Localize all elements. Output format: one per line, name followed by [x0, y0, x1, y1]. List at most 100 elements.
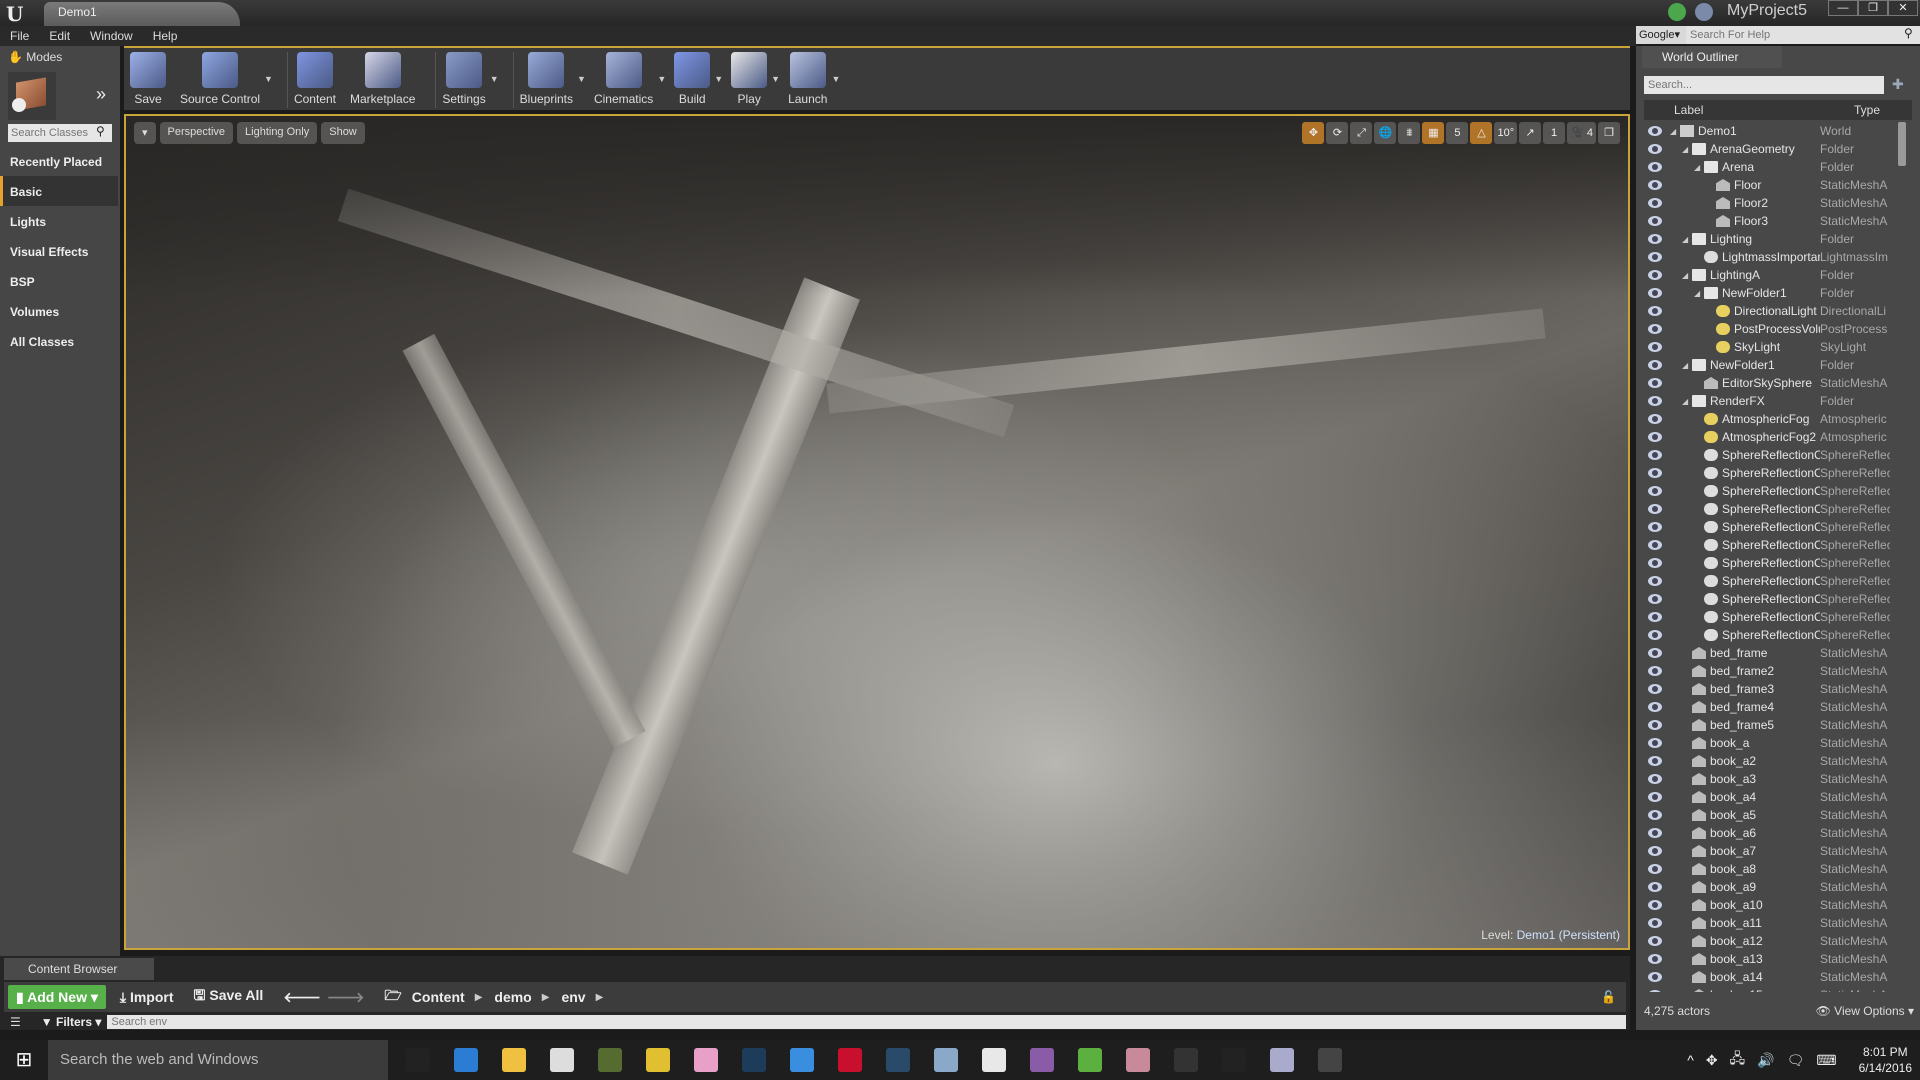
settings-taskbar-icon[interactable]	[1210, 1040, 1258, 1080]
learn-icon[interactable]	[1695, 3, 1714, 21]
outliner-row[interactable]: bed_frame3 StaticMeshA	[1644, 680, 1904, 698]
show-button[interactable]: Show	[321, 122, 365, 144]
outliner-row[interactable]: AtmosphericFog2 Atmospheric	[1644, 428, 1904, 446]
outliner-row[interactable]: book_a6 StaticMeshA	[1644, 824, 1904, 842]
category-all-classes[interactable]: All Classes	[0, 326, 118, 356]
visibility-eye-icon[interactable]	[1648, 252, 1662, 262]
outliner-row[interactable]: book_a10 StaticMeshA	[1644, 896, 1904, 914]
visibility-eye-icon[interactable]	[1648, 576, 1662, 586]
visibility-eye-icon[interactable]	[1648, 126, 1662, 136]
acrobat-taskbar-icon[interactable]	[826, 1040, 874, 1080]
outliner-row[interactable]: SkyLight SkyLight	[1644, 338, 1904, 356]
visibility-eye-icon[interactable]	[1648, 900, 1662, 910]
outliner-row[interactable]: ◢ Demo1 World	[1644, 122, 1904, 140]
outliner-row[interactable]: ◢ Arena Folder	[1644, 158, 1904, 176]
visibility-eye-icon[interactable]	[1648, 792, 1662, 802]
outliner-row[interactable]: book_a StaticMeshA	[1644, 734, 1904, 752]
breadcrumb-env[interactable]: env	[561, 989, 585, 1005]
app-green-eye-taskbar-icon[interactable]	[586, 1040, 634, 1080]
visibility-eye-icon[interactable]	[1648, 324, 1662, 334]
help-search-input[interactable]	[1686, 26, 1904, 44]
grid-size[interactable]: 5	[1446, 122, 1469, 144]
keyboard-icon[interactable]: ⌨	[1816, 1052, 1836, 1069]
taskbar-search[interactable]: Search the web and Windows	[48, 1040, 388, 1080]
expand-arrow-icon[interactable]: ◢	[1682, 397, 1692, 406]
back-button[interactable]: 🡐	[283, 989, 321, 1006]
category-recently-placed[interactable]: Recently Placed	[0, 146, 118, 176]
clock[interactable]: 8:01 PM 6/14/2016	[1859, 1044, 1912, 1076]
expand-arrow-icon[interactable]: ◢	[1694, 163, 1704, 172]
dropdown-arrow-icon[interactable]: ▼	[490, 74, 499, 84]
lighting-only-button[interactable]: Lighting Only	[237, 122, 318, 144]
epic-launcher-taskbar-icon[interactable]	[1162, 1040, 1210, 1080]
outliner-row[interactable]: ◢ NewFolder1 Folder	[1644, 356, 1904, 374]
source-control-button[interactable]: Source Control	[180, 48, 260, 106]
show-hidden-icons[interactable]: ^	[1687, 1052, 1694, 1068]
visibility-eye-icon[interactable]	[1648, 360, 1662, 370]
menu-edit[interactable]: Edit	[49, 29, 70, 43]
forward-button[interactable]: 🡒	[327, 989, 365, 1006]
outliner-row[interactable]: Floor3 StaticMeshA	[1644, 212, 1904, 230]
world-local-icon[interactable]: 🌐	[1374, 122, 1397, 144]
expand-arrow-icon[interactable]: ◢	[1682, 271, 1692, 280]
visibility-eye-icon[interactable]	[1648, 846, 1662, 856]
outliner-row[interactable]: book_a7 StaticMeshA	[1644, 842, 1904, 860]
outliner-row[interactable]: SphereReflectionCa SphereReflec	[1644, 464, 1904, 482]
expand-arrow-icon[interactable]: ◢	[1694, 289, 1704, 298]
task-view-taskbar-icon[interactable]	[394, 1040, 442, 1080]
content-button[interactable]: Content	[294, 48, 336, 106]
scale-snap-icon[interactable]: ↗	[1519, 122, 1542, 144]
action-center-icon[interactable]: 🗨	[1787, 1052, 1805, 1069]
surface-snap-icon[interactable]: ⩩	[1398, 122, 1421, 144]
category-bsp[interactable]: BSP	[0, 266, 118, 296]
modes-tab[interactable]: ✋ Modes	[4, 46, 116, 68]
outliner-row[interactable]: book_a11 StaticMeshA	[1644, 914, 1904, 932]
dropdown-arrow-icon[interactable]: ▼	[577, 74, 586, 84]
world-outliner-tab[interactable]: World Outliner	[1642, 46, 1782, 68]
edge-taskbar-icon[interactable]	[442, 1040, 490, 1080]
visibility-eye-icon[interactable]	[1648, 234, 1662, 244]
menu-help[interactable]: Help	[153, 29, 178, 43]
visibility-eye-icon[interactable]	[1648, 684, 1662, 694]
visibility-eye-icon[interactable]	[1648, 864, 1662, 874]
outliner-row[interactable]: LightmassImportar LightmassIm	[1644, 248, 1904, 266]
windows-start-icon[interactable]: ⊞	[0, 1040, 48, 1080]
outliner-row[interactable]: SphereReflectionCa SphereReflec	[1644, 518, 1904, 536]
outliner-row[interactable]: SphereReflectionCa SphereReflec	[1644, 536, 1904, 554]
visibility-eye-icon[interactable]	[1648, 972, 1662, 982]
breadcrumb-arrow-icon[interactable]: ▶	[475, 992, 483, 1003]
visibility-eye-icon[interactable]	[1648, 738, 1662, 748]
rotation-size[interactable]: 10°	[1494, 122, 1518, 144]
build-button[interactable]: Build	[674, 48, 711, 106]
visibility-eye-icon[interactable]	[1648, 828, 1662, 838]
visibility-eye-icon[interactable]	[1648, 612, 1662, 622]
minimize-button[interactable]: —	[1828, 0, 1858, 16]
marketplace-button[interactable]: Marketplace	[350, 48, 415, 106]
import-button[interactable]: ⤓ Import	[120, 989, 174, 1006]
category-volumes[interactable]: Volumes	[0, 296, 118, 326]
outliner-row[interactable]: book_a12 StaticMeshA	[1644, 932, 1904, 950]
visibility-eye-icon[interactable]	[1648, 378, 1662, 388]
file-explorer-taskbar-icon[interactable]	[490, 1040, 538, 1080]
blueprints-button[interactable]: Blueprints	[520, 48, 573, 106]
lock-icon[interactable]: 🔓	[1601, 990, 1616, 1004]
label-column-header[interactable]: Label	[1674, 103, 1854, 117]
visibility-eye-icon[interactable]	[1648, 774, 1662, 784]
outliner-row[interactable]: book_a5 StaticMeshA	[1644, 806, 1904, 824]
itunes-taskbar-icon[interactable]	[682, 1040, 730, 1080]
breadcrumb-demo[interactable]: demo	[494, 989, 531, 1005]
maximize-icon[interactable]: ❐	[1598, 122, 1620, 144]
snipping-taskbar-icon[interactable]	[1114, 1040, 1162, 1080]
visibility-eye-icon[interactable]	[1648, 756, 1662, 766]
search-icon[interactable]: ⚲	[1904, 26, 1920, 44]
outliner-row[interactable]: bed_frame StaticMeshA	[1644, 644, 1904, 662]
camtasia-recorder-taskbar-icon[interactable]	[970, 1040, 1018, 1080]
add-folder-icon[interactable]: ✚	[1892, 76, 1912, 94]
outliner-row[interactable]: PostProcessVolu PostProcess	[1644, 320, 1904, 338]
app-paper-taskbar-icon[interactable]	[922, 1040, 970, 1080]
expand-arrow-icon[interactable]: ◢	[1670, 127, 1680, 136]
unreal-editor-taskbar-icon[interactable]	[1306, 1040, 1354, 1080]
visibility-eye-icon[interactable]	[1648, 162, 1662, 172]
visibility-eye-icon[interactable]	[1648, 990, 1662, 992]
category-basic[interactable]: Basic	[0, 176, 118, 206]
